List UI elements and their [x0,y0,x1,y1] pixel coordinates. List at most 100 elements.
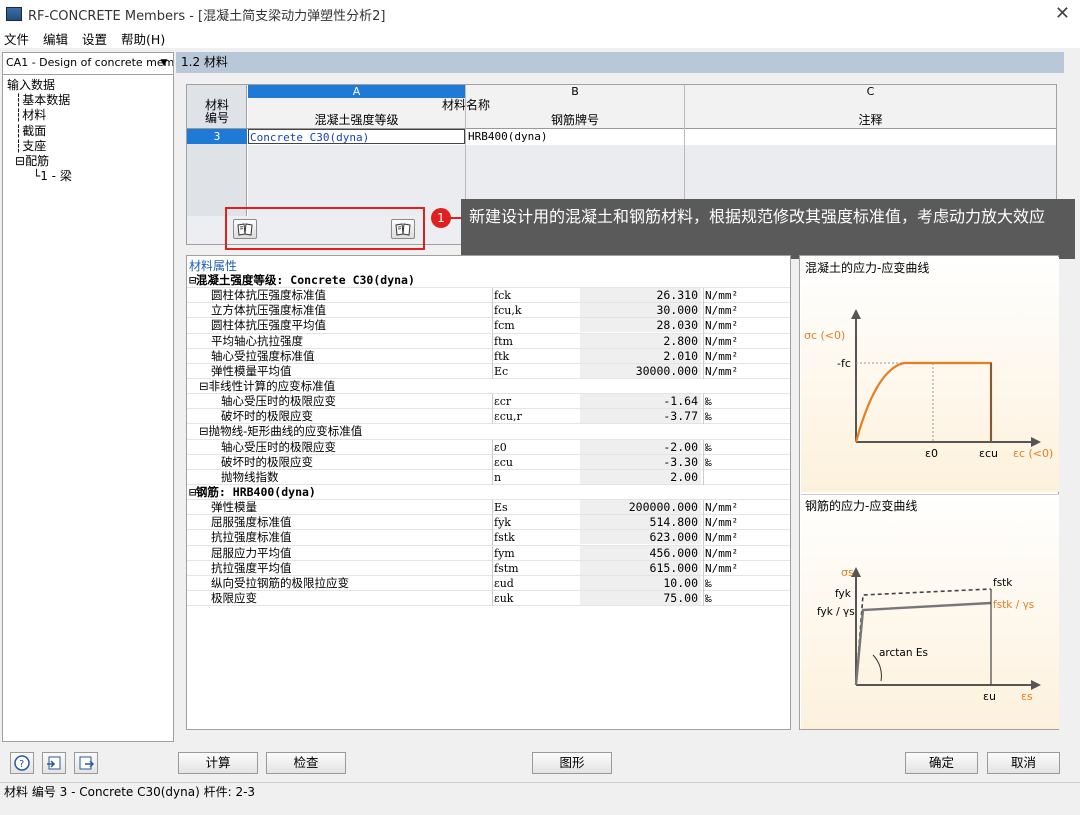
menu-settings[interactable]: 设置 [82,29,107,48]
tree-item-cross-sections[interactable]: ┆截面 [7,124,72,139]
property-unit: N/mm² [705,561,739,575]
property-row[interactable]: 破坏时的极限应变 εcu -3.30 ‰ [187,454,790,470]
export-button[interactable] [74,752,98,774]
property-value[interactable]: 30000.000 [580,363,701,378]
property-value[interactable]: 200000.000 [580,500,701,515]
property-group-row[interactable]: ⊟钢筋: HRB400(dyna) [187,484,790,501]
property-row[interactable]: 屈服应力平均值 fym 456.000 N/mm² [187,545,790,561]
property-name: 平均轴心抗拉强度 [211,333,303,348]
tree-item-beam-1[interactable]: └1 - 梁 [7,169,72,184]
bottom-button-bar: ? 计算 检查 图形 确定 取消 [0,744,1080,779]
tree-item-reinforcement[interactable]: ⊟配筋 [7,154,72,169]
property-symbol: fyk [494,516,511,530]
property-row[interactable]: 纵向受拉钢筋的极限拉应变 εud 10.00 ‰ [187,575,790,591]
property-unit: ‰ [705,410,712,424]
section-title: 1.2 材料 [176,52,1064,73]
property-row[interactable]: 屈服强度标准值 fyk 514.800 N/mm² [187,515,790,531]
import-button[interactable] [42,752,66,774]
menu-file[interactable]: 文件 [4,29,29,48]
property-row[interactable]: 抗拉强度标准值 fstk 623.000 N/mm² [187,530,790,546]
property-name: 屈服应力平均值 [211,545,292,560]
property-value[interactable]: 28.030 [580,318,701,333]
property-value[interactable]: 623.000 [580,530,701,545]
column-letter-b[interactable]: B [466,85,684,98]
property-value[interactable]: -3.77 [580,409,701,424]
property-row[interactable]: 弹性模量 Es 200000.000 N/mm² [187,500,790,516]
property-value[interactable]: 514.800 [580,515,701,530]
row-number[interactable]: 3 [187,129,247,144]
check-button[interactable]: 检查 [266,752,346,774]
property-name: 破坏时的极限应变 [221,409,313,424]
property-value[interactable]: 2.010 [580,348,701,363]
property-value[interactable]: 2.00 [580,469,701,484]
property-symbol: fcu,k [494,304,522,318]
property-row[interactable]: 立方体抗压强度标准值 fcu,k 30.000 N/mm² [187,303,790,319]
property-value[interactable]: 456.000 [580,545,701,560]
concrete-grade-cell[interactable]: Concrete C30(dyna) [248,129,465,144]
property-value[interactable]: -1.64 [580,394,701,409]
property-group-row[interactable]: ⊟混凝土强度等级: Concrete C30(dyna) [187,273,790,289]
property-unit: N/mm² [705,349,739,363]
steel-grade-cell[interactable]: HRB400(dyna) [466,129,684,144]
property-name: 圆柱体抗压强度平均值 [211,318,326,333]
property-unit: ‰ [705,591,712,605]
tree-item-materials[interactable]: ┆材料 [7,108,72,123]
ok-button[interactable]: 确定 [905,752,978,774]
property-symbol: εcu,r [494,410,522,424]
property-row[interactable]: 轴心受压时的极限应变 εcr -1.64 ‰ [187,394,790,410]
property-value[interactable]: 10.00 [580,575,701,590]
property-row[interactable]: 抛物线指数 n 2.00 [187,469,790,485]
property-row[interactable]: 抗拉强度平均值 fstm 615.000 N/mm² [187,560,790,576]
cancel-button[interactable]: 取消 [987,752,1060,774]
property-name: 立方体抗压强度标准值 [211,303,326,318]
property-row[interactable]: 轴心受压时的极限应变 ε0 -2.00 ‰ [187,439,790,455]
navigator-tree: 输入数据 ┆基本数据 ┆材料 ┆截面 ┆支座 ⊟配筋 └1 - 梁 [7,78,72,184]
steel-slope-label: arctan Es [879,647,928,659]
property-name: ⊟非线性计算的应变标准值 [199,378,336,393]
property-row[interactable]: 圆柱体抗压强度标准值 fck 26.310 N/mm² [187,288,790,304]
property-row[interactable]: 平均轴心抗拉强度 ftm 2.800 N/mm² [187,333,790,349]
property-value[interactable]: -2.00 [580,439,701,454]
property-group-row[interactable]: ⊟抛物线-矩形曲线的应变标准值 [187,424,790,440]
property-group-row[interactable]: ⊟非线性计算的应变标准值 [187,378,790,395]
column-letter-a[interactable]: A [248,85,465,98]
column-letter-c[interactable]: C [685,85,1056,98]
property-symbol: ftm [494,334,513,348]
property-row[interactable]: 圆柱体抗压强度平均值 fcm 28.030 N/mm² [187,318,790,334]
property-unit: N/mm² [705,501,739,515]
steel-y-axis-label: σs [841,566,854,579]
help-button[interactable]: ? [10,752,34,774]
property-value[interactable]: -3.30 [580,454,701,469]
property-row[interactable]: 弹性模量平均值 Ec 30000.000 N/mm² [187,363,790,379]
property-value[interactable]: 75.00 [580,590,701,605]
comment-cell[interactable] [685,129,1056,144]
property-row[interactable]: 破坏时的极限应变 εcu,r -3.77 ‰ [187,409,790,425]
property-symbol: fck [494,289,511,303]
property-value[interactable]: 615.000 [580,560,701,575]
property-row[interactable]: 轴心受拉强度标准值 ftk 2.010 N/mm² [187,348,790,364]
tree-item-supports[interactable]: ┆支座 [7,139,72,154]
properties-table: ⊟混凝土强度等级: Concrete C30(dyna) 圆柱体抗压强度标准值 fc… [187,273,790,607]
property-row[interactable]: 极限应变 εuk 75.00 ‰ [187,590,790,607]
property-symbol: ftk [494,349,510,363]
property-symbol: εcr [494,395,512,409]
property-unit: N/mm² [705,289,739,303]
tree-item-basic-data[interactable]: ┆基本数据 [7,93,72,108]
property-value[interactable]: 26.310 [580,288,701,303]
close-icon[interactable]: ✕ [1055,3,1070,24]
case-select[interactable]: CA1 - Design of concrete mem ▼ [3,53,173,75]
property-value[interactable]: 30.000 [580,303,701,318]
calculate-button[interactable]: 计算 [178,752,258,774]
property-name: ⊟混凝土强度等级: Concrete C30(dyna) [189,273,415,287]
chevron-down-icon[interactable]: ▼ [157,53,171,73]
steel-curve-svg: σs fyk fyk / γs fstk fstk / γs arctan Es… [817,566,1041,703]
property-name: 弹性模量平均值 [211,363,292,378]
graphics-button[interactable]: 图形 [532,752,612,774]
menu-help[interactable]: 帮助(H) [121,29,165,48]
property-unit: ‰ [705,440,712,454]
row-header-label: 材料 编号 [204,98,229,125]
header-filler [684,98,1056,113]
menu-edit[interactable]: 编辑 [43,29,68,48]
tree-item-input-data[interactable]: 输入数据 [7,78,72,93]
property-value[interactable]: 2.800 [580,333,701,348]
